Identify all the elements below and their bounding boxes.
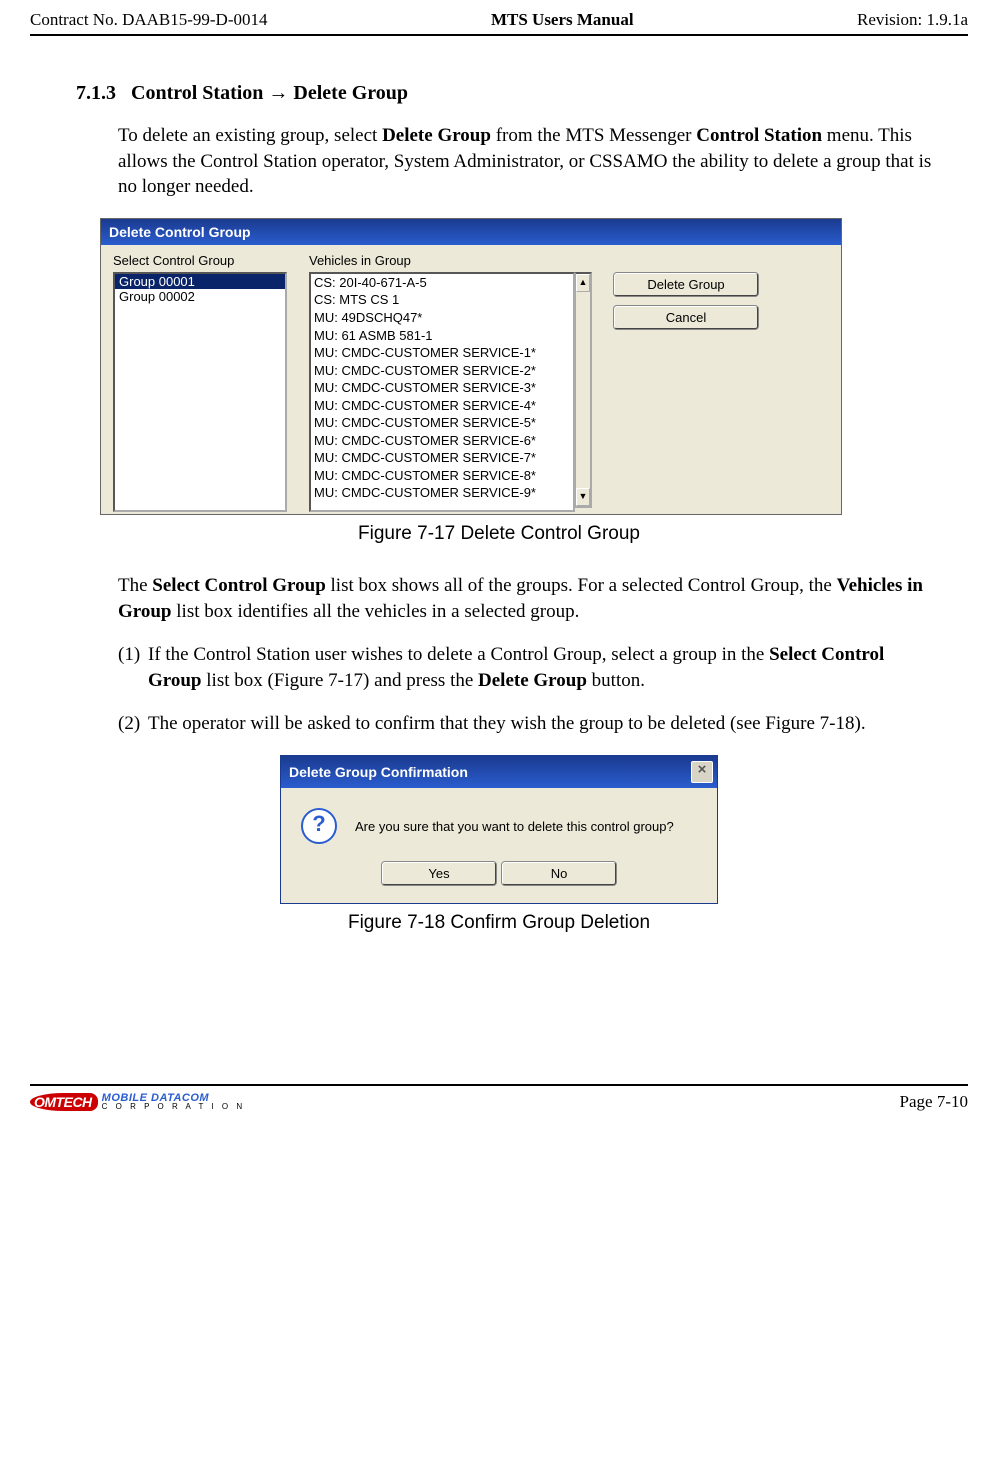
description-paragraph: The Select Control Group list box shows …	[118, 573, 938, 624]
list-item[interactable]: MU: CMDC-CUSTOMER SERVICE-8*	[311, 467, 573, 485]
page-number: Page 7-10	[900, 1092, 968, 1112]
section-title-prefix: Control Station	[131, 82, 268, 104]
page-footer: OMTECH MOBILE DATACOM C O R P O R A T I …	[30, 1084, 968, 1112]
step-1: (1) If the Control Station user wishes t…	[118, 642, 938, 693]
list-item[interactable]: MU: CMDC-CUSTOMER SERVICE-7*	[311, 449, 573, 467]
list-item[interactable]: MU: CMDC-CUSTOMER SERVICE-1*	[311, 344, 573, 362]
scroll-up-icon[interactable]: ▲	[576, 274, 590, 292]
step-number: (1)	[118, 642, 148, 693]
list-item[interactable]: CS: 20I-40-671-A-5	[311, 274, 573, 292]
confirmation-message: Are you sure that you want to delete thi…	[355, 819, 674, 834]
list-item[interactable]: MU: CMDC-CUSTOMER SERVICE-4*	[311, 397, 573, 415]
comtech-logo: OMTECH MOBILE DATACOM C O R P O R A T I …	[30, 1093, 245, 1111]
section-title-suffix: Delete Group	[288, 82, 408, 104]
vehicles-listbox[interactable]: CS: 20I-40-671-A-5 CS: MTS CS 1 MU: 49DS…	[309, 272, 575, 512]
scrollbar[interactable]: ▲ ▼	[575, 272, 592, 508]
label-select-control-group: Select Control Group	[113, 253, 287, 268]
list-item[interactable]: Group 00002	[115, 289, 285, 304]
dialog-title: Delete Group Confirmation	[289, 764, 468, 780]
list-item[interactable]: MU: 49DSCHQ47*	[311, 309, 573, 327]
delete-control-group-dialog: Delete Control Group Select Control Grou…	[100, 218, 842, 515]
delete-group-confirmation-dialog: Delete Group Confirmation × ? Are you su…	[280, 755, 718, 904]
no-button[interactable]: No	[502, 862, 616, 885]
intro-paragraph: To delete an existing group, select Dele…	[118, 123, 938, 200]
list-item[interactable]: Group 00001	[115, 274, 285, 289]
list-item[interactable]: MU: 61 ASMB 581-1	[311, 327, 573, 345]
delete-group-button[interactable]: Delete Group	[614, 273, 758, 296]
step-2: (2) The operator will be asked to confir…	[118, 711, 938, 737]
control-group-listbox[interactable]: Group 00001 Group 00002	[113, 272, 287, 512]
contract-number: Contract No. DAAB15-99-D-0014	[30, 10, 268, 30]
dialog-titlebar: Delete Control Group	[101, 219, 841, 245]
list-item[interactable]: MU: CMDC-CUSTOMER SERVICE-6*	[311, 432, 573, 450]
list-item[interactable]: MU: CMDC-CUSTOMER SERVICE-2*	[311, 362, 573, 380]
section-number: 7.1.3	[76, 82, 116, 104]
numbered-steps: (1) If the Control Station user wishes t…	[118, 642, 938, 737]
dialog-titlebar: Delete Group Confirmation ×	[281, 756, 717, 788]
figure-7-17-caption: Figure 7-17 Delete Control Group	[30, 523, 968, 545]
arrow-icon: →	[268, 82, 288, 104]
question-icon: ?	[301, 808, 337, 844]
doc-title: MTS Users Manual	[491, 10, 634, 30]
section-heading: 7.1.3 Control Station → Delete Group	[76, 82, 968, 105]
close-icon[interactable]: ×	[691, 761, 713, 783]
cancel-button[interactable]: Cancel	[614, 306, 758, 329]
yes-button[interactable]: Yes	[382, 862, 496, 885]
scroll-down-icon[interactable]: ▼	[576, 488, 590, 506]
logo-wordmark: OMTECH	[30, 1093, 98, 1111]
step-number: (2)	[118, 711, 148, 737]
list-item[interactable]: MU: CMDC-CUSTOMER SERVICE-3*	[311, 379, 573, 397]
list-item[interactable]: MU: CMDC-CUSTOMER SERVICE-9*	[311, 484, 573, 502]
list-item[interactable]: CS: MTS CS 1	[311, 291, 573, 309]
page-header: Contract No. DAAB15-99-D-0014 MTS Users …	[30, 10, 968, 36]
revision: Revision: 1.9.1a	[857, 10, 968, 30]
logo-corp: C O R P O R A T I O N	[102, 1103, 245, 1110]
list-item[interactable]: MU: CMDC-CUSTOMER SERVICE-5*	[311, 414, 573, 432]
figure-7-18-caption: Figure 7-18 Confirm Group Deletion	[30, 912, 968, 934]
label-vehicles-in-group: Vehicles in Group	[309, 253, 592, 268]
